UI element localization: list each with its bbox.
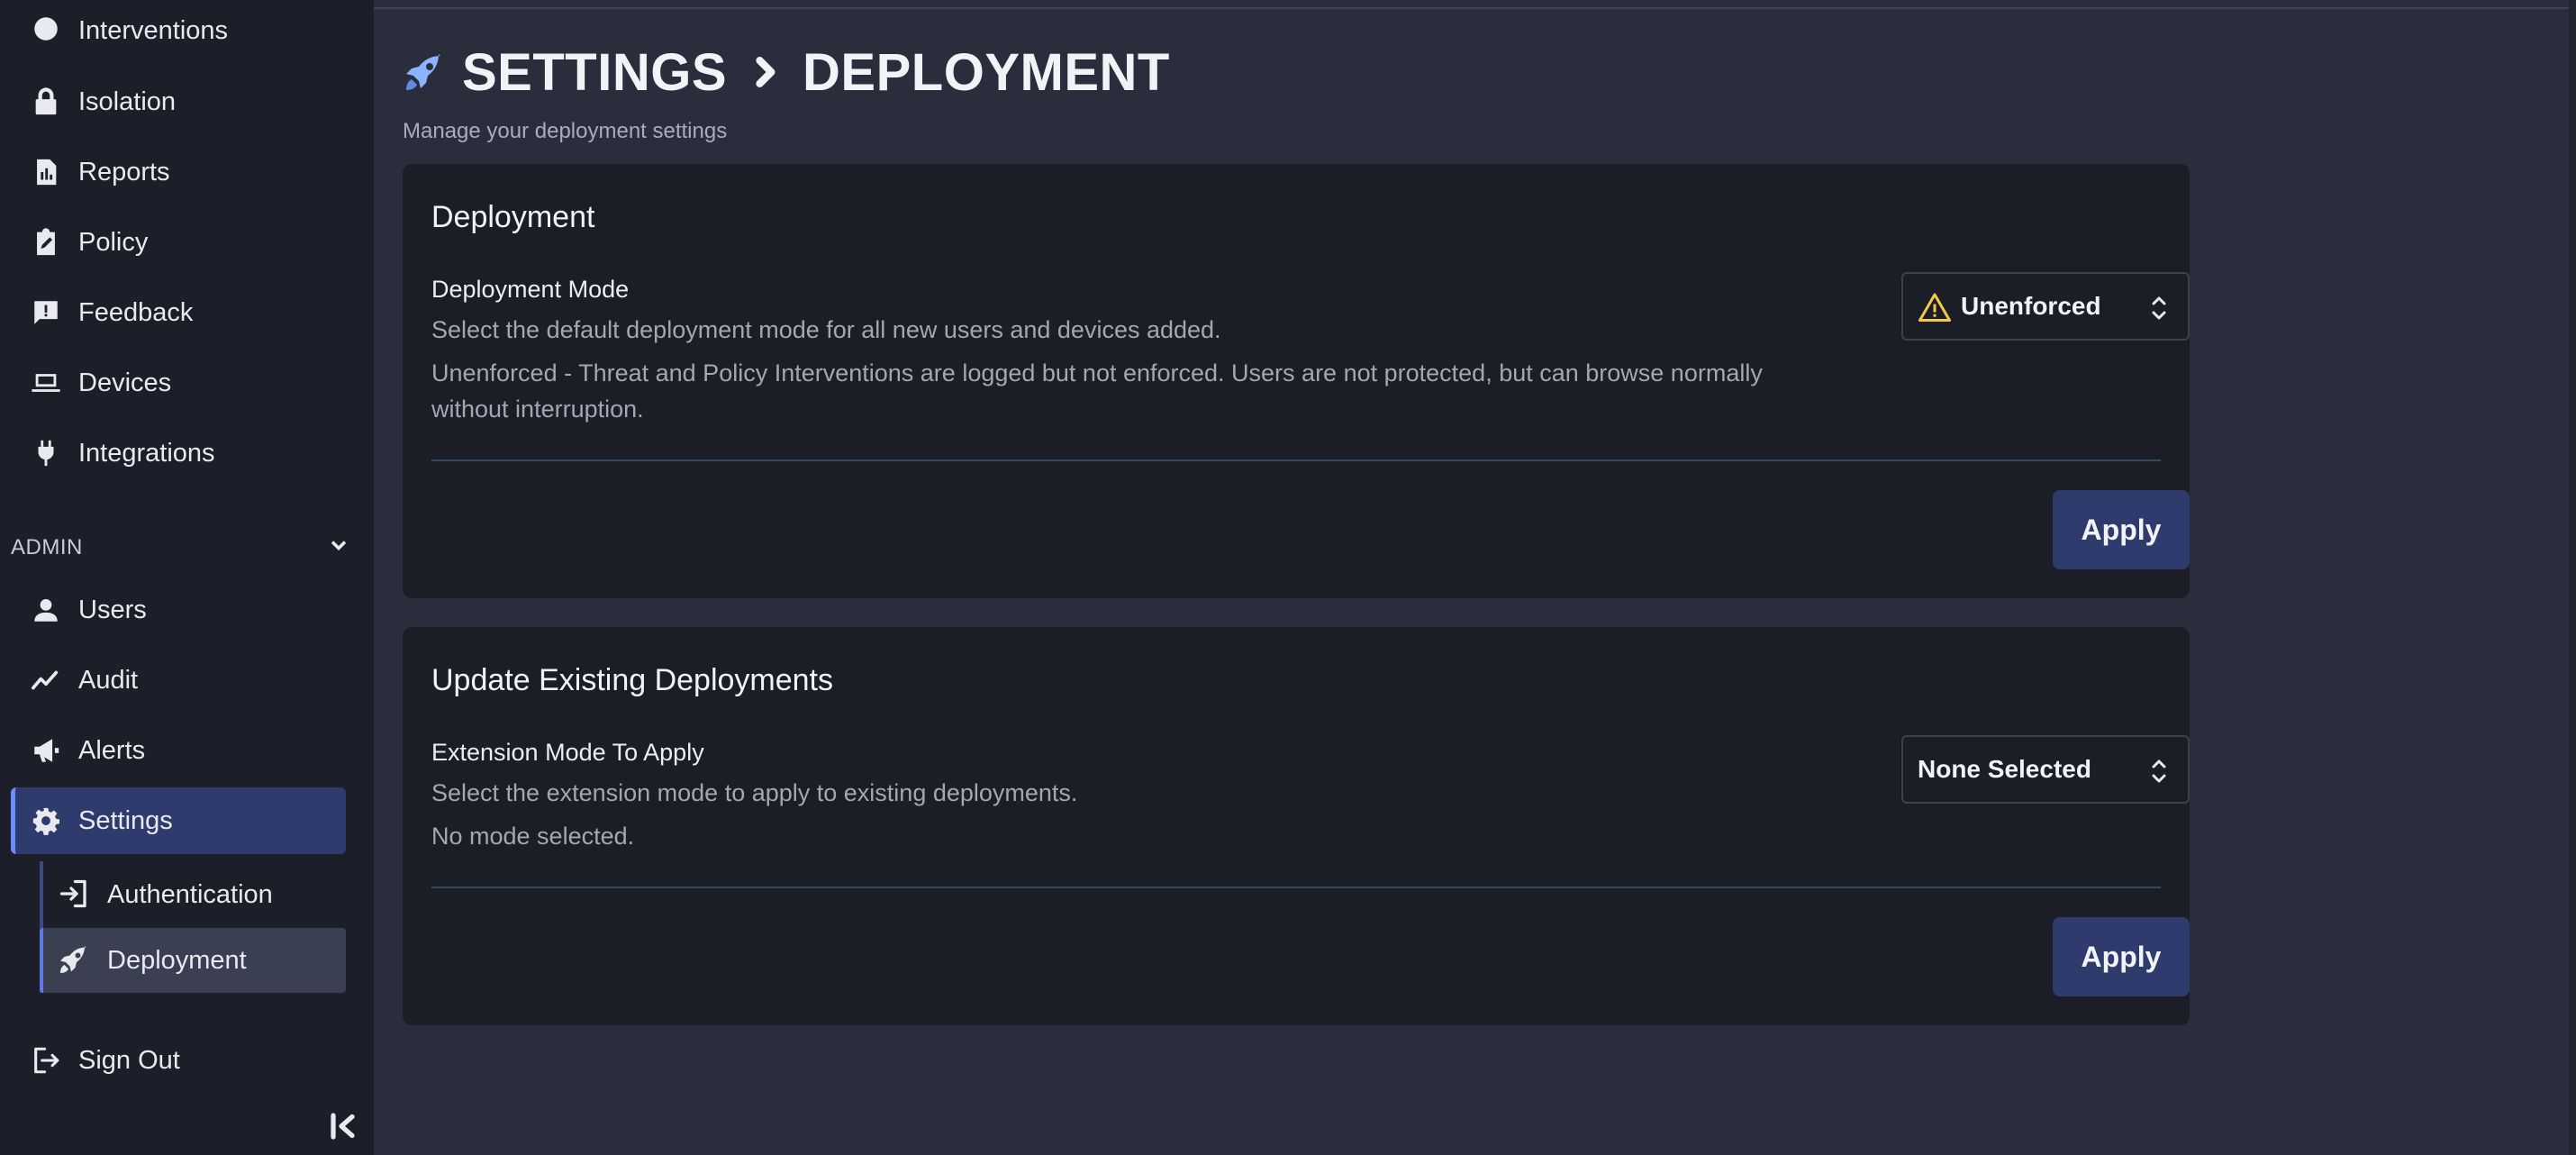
- page-subtitle: Manage your deployment settings: [403, 119, 728, 143]
- chevron-up-down-icon: [2150, 757, 2168, 786]
- lock-icon: [29, 85, 63, 119]
- sidebar-item-alerts[interactable]: Alerts: [0, 723, 374, 778]
- chevron-down-icon: [326, 532, 351, 564]
- card-title: Deployment: [431, 200, 595, 234]
- window-edge: [2569, 0, 2576, 1155]
- sidebar-item-label: Feedback: [78, 297, 194, 327]
- feedback-icon: [29, 296, 63, 330]
- mode-description: No mode selected.: [431, 823, 635, 850]
- sidebar-item-label: Audit: [78, 665, 139, 695]
- sign-out-icon: [29, 1043, 63, 1078]
- sidebar-item-label: Authentication: [107, 879, 273, 909]
- select-value: None Selected: [1918, 755, 2091, 783]
- deployment-mode-select[interactable]: Unenforced: [1901, 272, 2190, 341]
- select-value: Unenforced: [1961, 292, 2101, 320]
- collapse-sidebar-icon[interactable]: [328, 1110, 360, 1142]
- sidebar-item-label: Devices: [78, 368, 172, 397]
- main-content: SETTINGS DEPLOYMENT Manage your deployme…: [374, 0, 2576, 1155]
- sidebar-item-label: Isolation: [78, 86, 177, 116]
- field-description: Select the default deployment mode for a…: [431, 316, 1221, 343]
- apply-existing-button[interactable]: Apply: [2053, 917, 2190, 996]
- top-divider: [374, 7, 2576, 9]
- mode-description: Unenforced - Threat and Policy Intervent…: [431, 359, 1763, 423]
- reports-icon: [29, 155, 63, 189]
- sidebar: Interventions Isolation Reports Policy F: [0, 0, 374, 1155]
- breadcrumb: SETTINGS DEPLOYMENT: [403, 38, 1170, 106]
- apply-deployment-button[interactable]: Apply: [2053, 490, 2190, 569]
- plug-icon: [29, 436, 63, 470]
- sidebar-item-label: Alerts: [78, 735, 146, 765]
- sidebar-item-label: Deployment: [107, 945, 247, 975]
- sidebar-subitem-deployment[interactable]: Deployment: [43, 928, 346, 993]
- sign-in-icon: [58, 878, 92, 912]
- sidebar-item-label: Sign Out: [78, 1045, 180, 1075]
- sidebar-item-isolation[interactable]: Isolation: [0, 74, 374, 130]
- warning-icon: [1918, 293, 1951, 322]
- existing-deployments-card: Update Existing Deployments Extension Mo…: [403, 627, 2190, 1025]
- sidebar-item-reports[interactable]: Reports: [0, 144, 374, 200]
- card-divider: [431, 459, 2161, 461]
- trend-icon: [29, 663, 63, 697]
- policy-icon: [29, 225, 63, 259]
- sidebar-item-label: Interventions: [78, 16, 229, 45]
- sidebar-item-label: Integrations: [78, 438, 215, 468]
- laptop-icon: [29, 366, 63, 400]
- sidebar-subitem-authentication[interactable]: Authentication: [43, 862, 346, 927]
- admin-section-toggle[interactable]: ADMIN: [11, 530, 351, 566]
- app-root: Interventions Isolation Reports Policy F: [0, 0, 2576, 1155]
- megaphone-icon: [29, 733, 63, 768]
- sidebar-item-interventions[interactable]: Interventions: [0, 4, 374, 59]
- sidebar-item-label: Settings: [78, 805, 173, 835]
- sidebar-item-feedback[interactable]: Feedback: [0, 285, 374, 341]
- breadcrumb-deployment: DEPLOYMENT: [803, 42, 1170, 102]
- user-icon: [29, 593, 63, 627]
- rocket-icon: [58, 943, 92, 978]
- sidebar-item-label: Policy: [78, 227, 149, 257]
- sidebar-item-audit[interactable]: Audit: [0, 652, 374, 708]
- breadcrumb-settings[interactable]: SETTINGS: [462, 42, 727, 103]
- gear-icon: [29, 804, 63, 838]
- field-description: Select the extension mode to apply to ex…: [431, 779, 1078, 806]
- chevron-up-down-icon: [2150, 294, 2168, 323]
- sidebar-item-sign-out[interactable]: Sign Out: [0, 1032, 374, 1088]
- sidebar-item-label: Users: [78, 595, 147, 624]
- sidebar-item-settings[interactable]: Settings: [0, 793, 374, 849]
- interventions-icon: [29, 12, 63, 46]
- sidebar-item-devices[interactable]: Devices: [0, 355, 374, 411]
- field-label: Extension Mode To Apply: [431, 739, 704, 766]
- field-label: Deployment Mode: [431, 276, 630, 303]
- sidebar-item-policy[interactable]: Policy: [0, 214, 374, 270]
- extension-mode-select[interactable]: None Selected: [1901, 735, 2190, 804]
- sidebar-item-users[interactable]: Users: [0, 582, 374, 638]
- sidebar-item-label: Reports: [78, 157, 170, 186]
- deployment-card: Deployment Deployment Mode Select the de…: [403, 164, 2190, 598]
- sidebar-item-integrations[interactable]: Integrations: [0, 425, 374, 481]
- chevron-right-icon: [745, 52, 785, 92]
- admin-section-label: ADMIN: [11, 535, 83, 559]
- rocket-icon: [406, 54, 440, 90]
- card-title: Update Existing Deployments: [431, 663, 834, 697]
- card-divider: [431, 887, 2161, 888]
